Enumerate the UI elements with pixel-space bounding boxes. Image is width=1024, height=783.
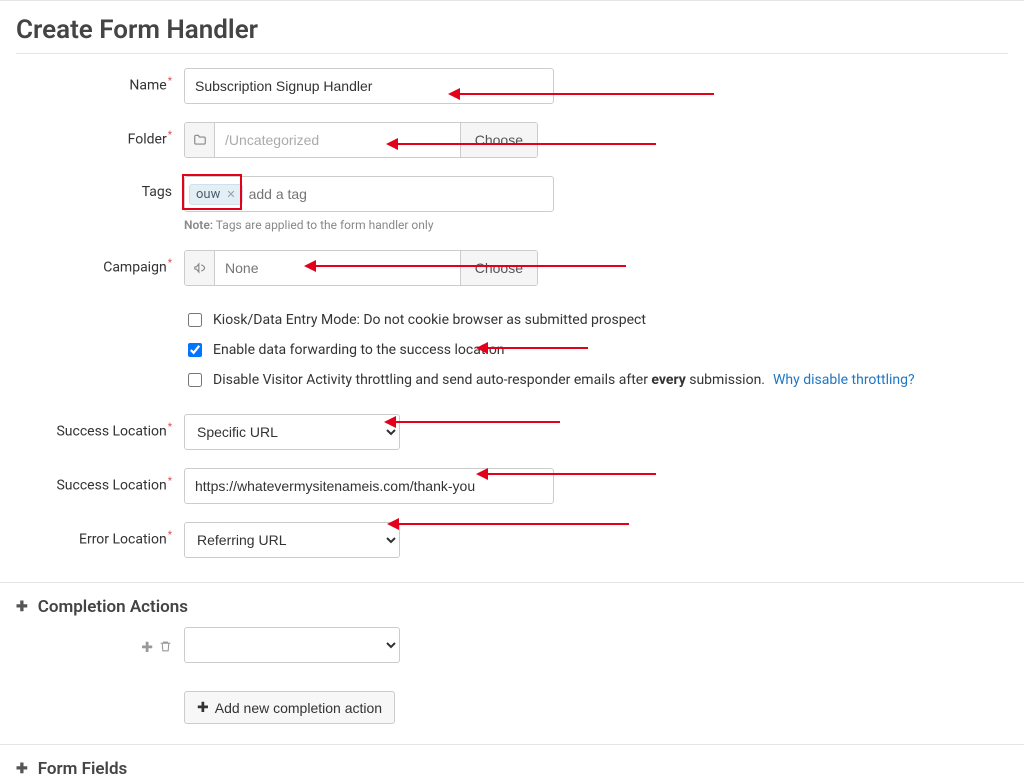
label-success-url: Success Location <box>16 468 184 494</box>
form-fields-header[interactable]: ✚ Form Fields <box>16 759 1008 779</box>
option-throttle: Disable Visitor Activity throttling and … <box>184 370 1008 390</box>
form-fields-title: Form Fields <box>38 759 128 779</box>
expand-icon: ✚ <box>16 599 28 615</box>
forward-checkbox[interactable] <box>188 343 202 357</box>
label-tags: Tags <box>16 176 184 200</box>
kiosk-checkbox[interactable] <box>188 313 202 327</box>
row-success-type: Success Location Specific URL <box>16 414 1008 450</box>
tags-note: Note: Tags are applied to the form handl… <box>184 218 1008 232</box>
tag-remove-icon[interactable]: ✕ <box>226 188 235 201</box>
row-name: Name <box>16 68 1008 104</box>
row-options: Kiosk/Data Entry Mode: Do not cookie bro… <box>16 304 1008 400</box>
completion-actions-title: Completion Actions <box>38 597 188 617</box>
option-kiosk: Kiosk/Data Entry Mode: Do not cookie bro… <box>184 310 1008 330</box>
add-row-icon[interactable]: ✚ <box>141 640 153 657</box>
kiosk-label: Kiosk/Data Entry Mode: Do not cookie bro… <box>213 312 646 328</box>
delete-row-icon[interactable] <box>159 640 172 657</box>
label-campaign: Campaign <box>16 250 184 276</box>
folder-input[interactable] <box>215 123 460 157</box>
label-error-location: Error Location <box>16 522 184 548</box>
title-divider <box>16 53 1008 54</box>
option-forward: Enable data forwarding to the success lo… <box>184 340 1008 360</box>
expand-icon: ✚ <box>16 761 28 777</box>
label-folder: Folder <box>16 122 184 148</box>
success-type-select[interactable]: Specific URL <box>184 414 400 450</box>
name-input[interactable] <box>184 68 554 104</box>
throttle-label: Disable Visitor Activity throttling and … <box>213 372 765 388</box>
tags-note-text: Tags are applied to the form handler onl… <box>213 218 433 232</box>
completion-action-select[interactable] <box>184 627 400 663</box>
forward-label: Enable data forwarding to the success lo… <box>213 342 505 358</box>
tag-chip-label: ouw <box>196 187 220 202</box>
row-error-location: Error Location Referring URL <box>16 522 1008 558</box>
add-completion-action-button[interactable]: ✚ Add new completion action <box>184 691 395 724</box>
add-completion-action-label: Add new completion action <box>215 700 382 716</box>
tag-add-input[interactable] <box>247 185 549 203</box>
campaign-input[interactable] <box>215 251 460 285</box>
completion-actions-header[interactable]: ✚ Completion Actions <box>16 597 1008 617</box>
tags-input-box[interactable]: ouw ✕ <box>184 176 554 212</box>
throttle-help-link[interactable]: Why disable throttling? <box>773 372 915 388</box>
label-name: Name <box>16 68 184 94</box>
megaphone-icon <box>185 251 215 285</box>
tag-chip[interactable]: ouw ✕ <box>189 184 243 205</box>
row-campaign: Campaign Choose <box>16 250 1008 286</box>
section-completion-actions: ✚ Completion Actions ✚ ✚ Add new complet… <box>0 582 1024 744</box>
tags-note-prefix: Note: <box>184 218 213 232</box>
folder-choose-button[interactable]: Choose <box>460 123 537 157</box>
row-tags: Tags ouw ✕ Note: Tags are applied to the… <box>16 176 1008 232</box>
campaign-choose-button[interactable]: Choose <box>460 251 537 285</box>
folder-icon <box>185 123 215 157</box>
plus-icon: ✚ <box>197 699 209 716</box>
row-success-url: Success Location <box>16 468 1008 504</box>
row-folder: Folder Choose <box>16 122 1008 158</box>
error-location-select[interactable]: Referring URL <box>184 522 400 558</box>
section-form-fields: ✚ Form Fields <box>0 744 1024 783</box>
success-url-input[interactable] <box>184 468 554 504</box>
label-success-type: Success Location <box>16 414 184 440</box>
page-title: Create Form Handler <box>16 15 1008 45</box>
throttle-checkbox[interactable] <box>188 373 202 387</box>
